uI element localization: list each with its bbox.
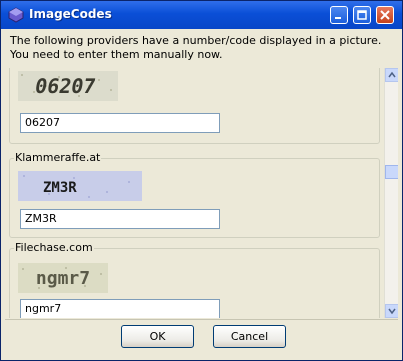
ok-button[interactable]: OK (121, 325, 194, 348)
minimize-icon (335, 17, 341, 19)
window-title: ImageCodes (29, 7, 112, 21)
scroll-up-button[interactable] (385, 68, 398, 82)
scroll-thumb[interactable] (385, 165, 398, 179)
code-input[interactable]: ZM3R (20, 209, 220, 229)
captcha-image: ZM3R (18, 171, 142, 201)
arrow-up-icon (388, 71, 396, 78)
code-input[interactable]: ngmr7 (20, 299, 220, 318)
scroll-down-button[interactable] (385, 304, 398, 318)
arrow-down-icon (388, 308, 396, 315)
minimize-button[interactable] (330, 6, 348, 24)
captcha-image: ngmr7 (18, 263, 108, 293)
close-icon (380, 10, 390, 20)
cancel-button[interactable]: Cancel (213, 325, 286, 348)
maximize-button[interactable] (353, 6, 371, 24)
title-bar[interactable]: ImageCodes (1, 1, 402, 29)
captcha-image: 06207 (18, 71, 118, 101)
provider-name: Filechase.com (14, 241, 94, 254)
instructions-text: The following providers have a number/co… (10, 34, 382, 61)
provider-name: Klammeraffe.at (14, 151, 102, 164)
provider-group: Filechase.com ngmr7 ngmr7 (9, 241, 380, 318)
provider-group: Klammeraffe.at ZM3R ZM3R (9, 151, 380, 238)
provider-group: 06207 06207 (9, 68, 380, 144)
footer-divider (5, 319, 398, 320)
vertical-scrollbar[interactable] (384, 68, 398, 318)
svg-text:ZM3R: ZM3R (43, 180, 77, 196)
svg-text:ngmr7: ngmr7 (36, 268, 90, 289)
maximize-icon (357, 10, 367, 20)
close-button[interactable] (376, 6, 394, 24)
providers-list[interactable]: 06207 06207 Klammeraffe.at ZM3R ZM3R Fil… (5, 68, 398, 318)
dialog-window: ImageCodes The following providers have … (0, 0, 403, 361)
code-input[interactable]: 06207 (20, 113, 220, 133)
svg-text:06207: 06207 (33, 74, 97, 98)
app-icon (8, 7, 24, 23)
